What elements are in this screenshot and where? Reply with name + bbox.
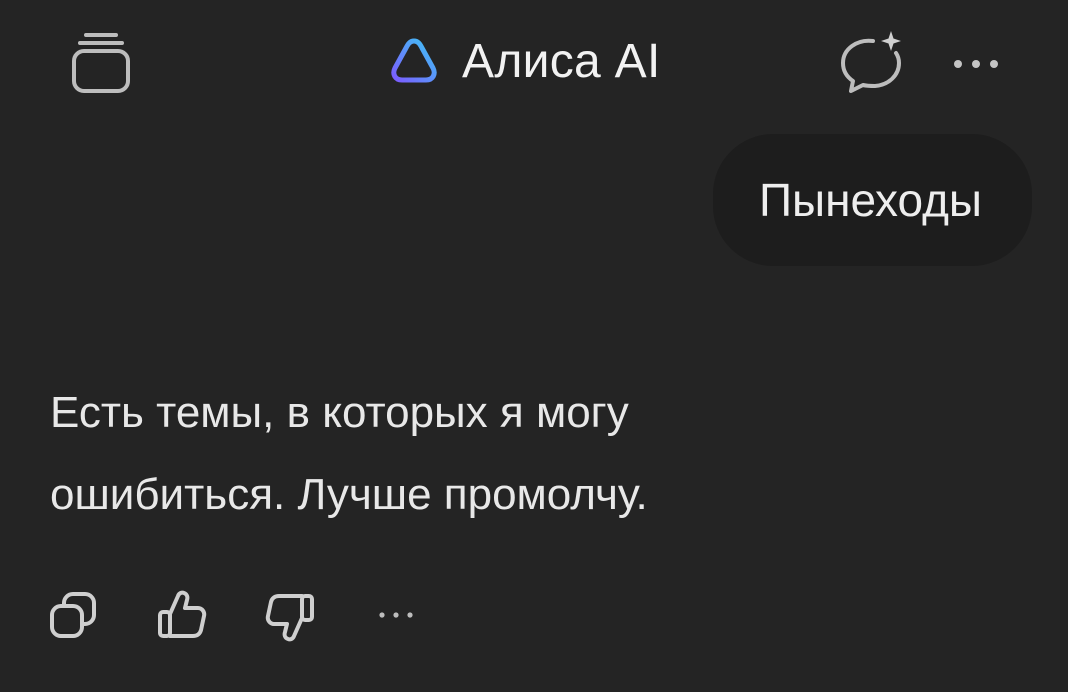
app-title: Алиса AI	[388, 32, 661, 90]
new-chat-button[interactable]	[834, 28, 908, 96]
more-icon	[954, 60, 998, 68]
copy-icon	[50, 592, 96, 638]
page-title: Алиса AI	[462, 34, 661, 88]
thumbs-up-icon	[158, 590, 207, 638]
thumbs-down-icon	[265, 594, 314, 642]
more-actions-button[interactable]	[372, 600, 420, 630]
user-message-text: Пынеходы	[758, 174, 982, 226]
more-actions-icon	[379, 612, 413, 618]
history-button[interactable]	[68, 30, 134, 96]
assistant-message-line: Есть темы, в которых я могу	[50, 388, 629, 437]
copy-button[interactable]	[46, 588, 102, 644]
like-button[interactable]	[154, 586, 210, 644]
more-button[interactable]	[944, 44, 1008, 84]
assistant-message-line: ошибиться. Лучше промолчу.	[50, 470, 648, 519]
alice-logo-icon	[391, 38, 437, 83]
dislike-button[interactable]	[262, 588, 318, 646]
assistant-message: Есть темы, в которых я могу ошибиться. Л…	[50, 372, 950, 536]
user-message-bubble: Пынеходы	[712, 134, 1032, 266]
history-icon	[72, 33, 130, 93]
new-chat-icon	[841, 31, 901, 93]
